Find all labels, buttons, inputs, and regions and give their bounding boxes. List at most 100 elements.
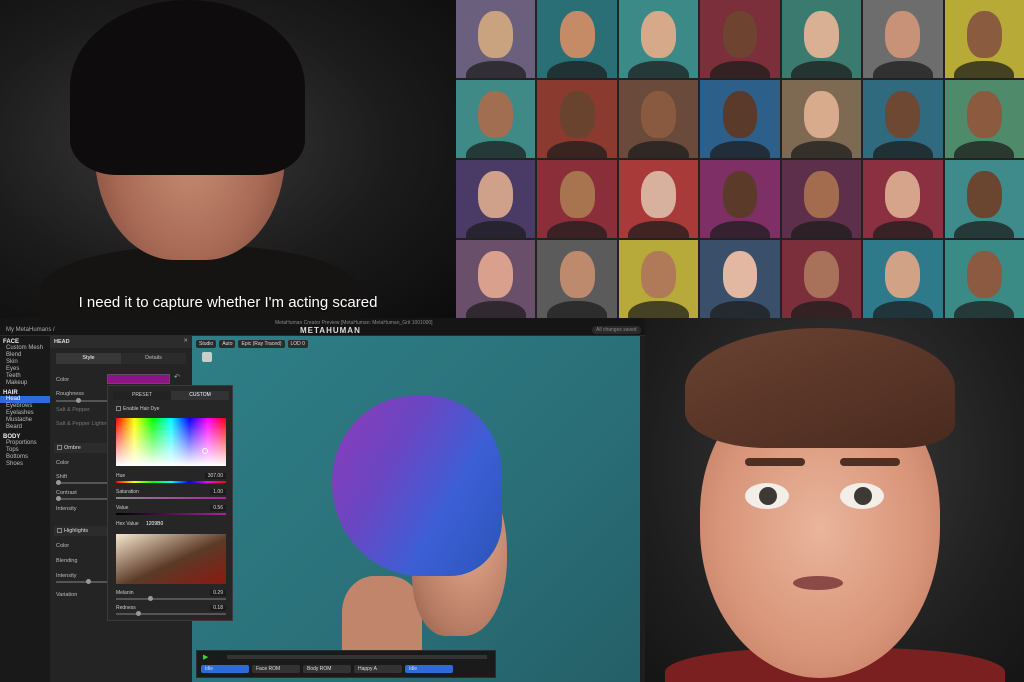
portrait-torso — [628, 60, 689, 78]
portrait-cell — [537, 0, 617, 78]
timeline-clip[interactable]: Happy A — [354, 665, 402, 673]
sidebar-item-mustache[interactable]: Mustache — [0, 417, 50, 424]
sidebar-item-blend[interactable]: Blend — [0, 352, 50, 359]
sidebar-item-teeth[interactable]: Teeth — [0, 373, 50, 380]
ombre-checkbox[interactable] — [57, 445, 62, 451]
portrait-cell — [863, 160, 943, 238]
viewport-button-1[interactable]: Auto — [219, 340, 236, 348]
portrait-cell — [781, 160, 862, 238]
sidebar-item-eyebrows[interactable]: Eyebrows — [0, 403, 50, 410]
portrait-face — [885, 90, 921, 138]
reset-icon[interactable]: ↶ — [174, 373, 180, 381]
melanin-redness-field[interactable] — [116, 534, 226, 584]
sidebar-item-eyelashes[interactable]: Eyelashes — [0, 410, 50, 417]
portrait-cell — [944, 160, 1024, 238]
portrait-cell — [618, 80, 699, 158]
hue-value[interactable]: 307.00 — [204, 473, 226, 479]
portrait-torso — [954, 220, 1015, 238]
hue-slider[interactable] — [116, 481, 226, 483]
highlights-checkbox[interactable] — [57, 528, 62, 534]
3d-viewport[interactable]: Studio Auto Epic (Ray Traced) LOD 0 ▶ Idle F… — [192, 336, 640, 682]
portrait-face — [885, 170, 921, 218]
left-eye — [745, 483, 789, 509]
portrait-cell — [700, 80, 780, 158]
viewport-button-2[interactable]: Epic (Ray Traced) — [238, 340, 285, 348]
tab-style[interactable]: Style — [56, 353, 121, 364]
timeline-scrubber[interactable] — [227, 655, 487, 659]
sidebar-item-beard[interactable]: Beard — [0, 424, 50, 431]
speaker-hair — [70, 0, 305, 175]
metahuman-model — [332, 396, 522, 636]
value-slider[interactable] — [116, 513, 226, 515]
portrait-face — [803, 170, 839, 218]
value-value[interactable]: 0.56 — [210, 505, 226, 511]
portrait-face — [722, 170, 758, 218]
portrait-face — [722, 250, 758, 298]
melanin-value[interactable]: 0.29 — [210, 590, 226, 596]
portrait-cell — [700, 160, 780, 238]
portrait-torso — [709, 60, 771, 78]
portrait-torso — [628, 220, 689, 238]
portrait-face — [559, 10, 595, 58]
camera-gizmo-icon[interactable] — [202, 352, 212, 362]
portrait-torso — [791, 60, 852, 78]
hair-color-swatch[interactable] — [107, 374, 170, 384]
sidebar-item-shoes[interactable]: Shoes — [0, 461, 50, 468]
enable-dye-row[interactable]: Enable Hair Dye — [116, 406, 159, 412]
ombre-color-label: Color — [56, 460, 70, 466]
contrast-slider[interactable] — [56, 496, 108, 501]
portrait-cell — [618, 160, 699, 238]
sidebar-item-eyes[interactable]: Eyes — [0, 366, 50, 373]
sidebar-item-skin[interactable]: Skin — [0, 359, 50, 366]
portrait-torso — [465, 220, 526, 238]
sidebar-item-head[interactable]: Head — [0, 396, 50, 403]
portrait-cell — [944, 0, 1024, 78]
blending-label: Blending — [56, 558, 78, 564]
tab-preset[interactable]: PRESET — [113, 391, 171, 400]
viewport-button-3[interactable]: LOD 0 — [287, 340, 308, 348]
shift-slider[interactable] — [56, 480, 108, 485]
close-icon[interactable]: ✕ — [183, 338, 188, 344]
enable-dye-checkbox[interactable] — [116, 406, 121, 412]
hue-saturation-field[interactable] — [116, 418, 226, 466]
portrait-face — [559, 170, 595, 218]
highlights-intensity-slider[interactable] — [56, 579, 108, 584]
color-cursor[interactable] — [202, 448, 208, 454]
redness-slider[interactable] — [116, 611, 226, 616]
sidebar-item-tops[interactable]: Tops — [0, 447, 50, 454]
timeline-clip[interactable]: Idle — [405, 665, 453, 673]
portrait-cell — [781, 0, 862, 78]
portrait-torso — [791, 300, 852, 318]
sidebar-item-proportions[interactable]: Proportions — [0, 440, 50, 447]
portrait-cell — [456, 160, 536, 238]
sidebar-item-custom-mesh[interactable]: Custom Mesh — [0, 345, 50, 352]
viewport-button-0[interactable]: Studio — [196, 340, 217, 348]
melanin-slider[interactable] — [116, 596, 226, 601]
timeline-clip[interactable]: Face ROM — [252, 665, 300, 673]
portrait-face — [803, 250, 839, 298]
redness-value[interactable]: 0.18 — [210, 605, 226, 611]
portrait-face — [641, 170, 677, 218]
portrait-torso — [465, 60, 526, 78]
highlights-label: Highlights — [64, 528, 89, 534]
sidebar-item-bottoms[interactable]: Bottoms — [0, 454, 50, 461]
portrait-torso — [954, 60, 1015, 78]
portrait-torso — [628, 140, 689, 158]
tab-details[interactable]: Details — [121, 353, 186, 364]
tab-custom[interactable]: CUSTOM — [171, 391, 229, 400]
play-icon[interactable]: ▶ — [203, 653, 208, 661]
portrait-cell — [781, 80, 862, 158]
highlights-color-label: Color — [56, 543, 70, 549]
portrait-face — [803, 10, 839, 58]
roughness-slider[interactable] — [56, 398, 108, 403]
timeline-clip[interactable]: Body ROM — [303, 665, 351, 673]
saturation-value[interactable]: 1.00 — [210, 489, 226, 495]
sidebar-item-makeup[interactable]: Makeup — [0, 380, 50, 387]
timeline-clip[interactable]: Idle — [201, 665, 249, 673]
saturation-slider[interactable] — [116, 497, 226, 499]
hex-value[interactable]: 1209B0 — [146, 521, 163, 527]
intensity-label: Intensity — [56, 506, 77, 512]
breadcrumb[interactable]: My MetaHumans / — [6, 327, 55, 333]
portrait-face — [559, 250, 595, 298]
character-hair — [685, 328, 955, 448]
